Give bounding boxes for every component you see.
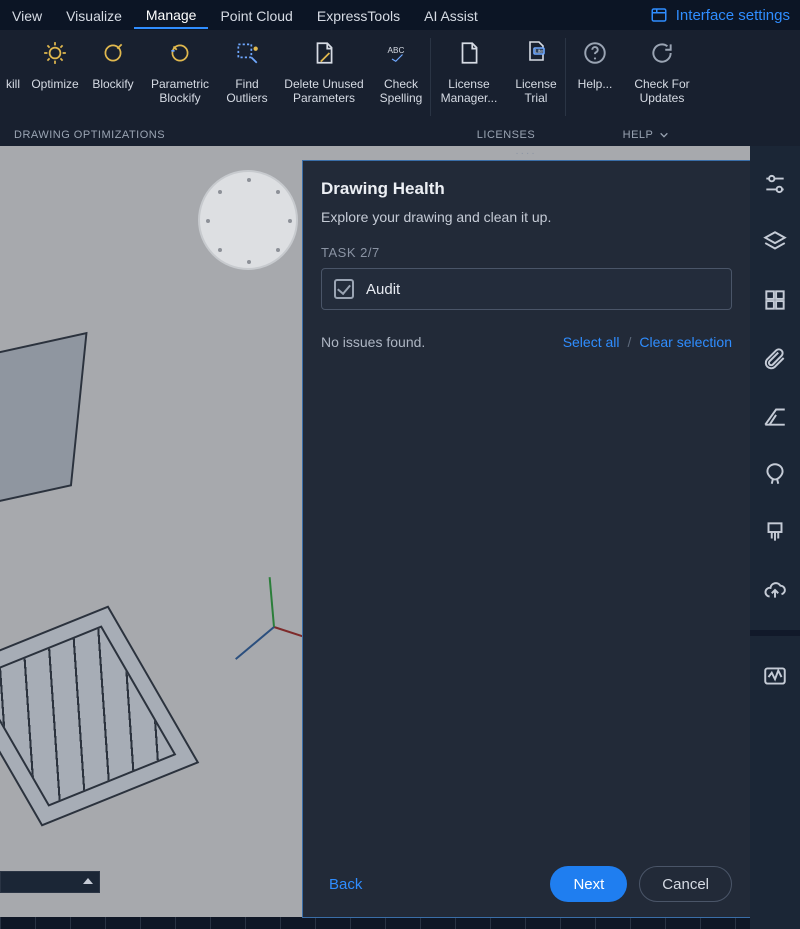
interface-settings-icon — [650, 6, 668, 24]
bottom-ruler — [0, 917, 750, 929]
tab-view[interactable]: View — [0, 2, 54, 28]
chevron-down-icon — [659, 130, 669, 140]
svg-text:Lite: Lite — [535, 49, 543, 55]
interface-settings-label: Interface settings — [676, 7, 790, 24]
ribbon: kill Optimize Blockify Parametric Blocki… — [0, 30, 800, 146]
drawing-health-panel: Drawing Health Explore your drawing and … — [302, 160, 750, 918]
tab-manage[interactable]: Manage — [134, 1, 209, 29]
help-icon — [580, 38, 610, 68]
tab-visualize[interactable]: Visualize — [54, 2, 134, 28]
crop-icon[interactable] — [761, 402, 789, 430]
license-trial-icon: Lite — [521, 38, 551, 68]
task-progress-label: TASK 2/7 — [321, 245, 732, 260]
check-updates-icon — [647, 38, 677, 68]
chevron-up-icon — [83, 878, 93, 884]
ribbon-panel-labels: DRAWING OPTIMIZATIONS LICENSES HELP — [0, 124, 800, 146]
brush-icon[interactable] — [761, 518, 789, 546]
tab-expresstools[interactable]: ExpressTools — [305, 2, 412, 28]
find-outliers-icon — [232, 38, 262, 68]
ribbon-find-outliers[interactable]: Find Outliers — [218, 34, 276, 110]
ribbon-license-manager[interactable]: License Manager... — [431, 34, 507, 110]
back-button[interactable]: Back — [321, 870, 370, 899]
ribbon-check-spelling[interactable]: ABC Check Spelling — [372, 34, 430, 110]
balloon-icon[interactable] — [761, 460, 789, 488]
activity-icon[interactable] — [761, 662, 789, 690]
model-geometry — [0, 332, 88, 510]
ribbon-check-updates[interactable]: Check For Updates — [624, 34, 700, 110]
task-name: Audit — [366, 281, 400, 298]
svg-text:ABC: ABC — [388, 46, 405, 55]
ribbon-optimize[interactable]: Optimize — [26, 34, 84, 110]
panel-label-licenses: LICENSES — [436, 129, 576, 141]
grid-icon[interactable] — [761, 286, 789, 314]
panel-title: Drawing Health — [321, 179, 732, 199]
license-manager-icon — [454, 38, 484, 68]
tab-pointcloud[interactable]: Point Cloud — [208, 2, 304, 28]
ribbon-delete-unused-parameters[interactable]: Delete Unused Parameters — [276, 34, 372, 110]
cancel-button[interactable]: Cancel — [639, 866, 732, 902]
ribbon-parametric-blockify[interactable]: Parametric Blockify — [142, 34, 218, 110]
no-issues-message: No issues found. — [321, 334, 425, 350]
cloud-upload-icon[interactable] — [761, 576, 789, 604]
parametric-blockify-icon — [165, 38, 195, 68]
check-spelling-icon: ABC — [386, 38, 416, 68]
panel-label-drawing-optimizations: DRAWING OPTIMIZATIONS — [0, 129, 436, 141]
tab-aiassist[interactable]: AI Assist — [412, 2, 490, 28]
panel-footer: Back Next Cancel — [303, 851, 750, 917]
ribbon-license-trial[interactable]: Lite License Trial — [507, 34, 565, 110]
interface-settings-button[interactable]: Interface settings — [650, 6, 800, 24]
task-card-audit[interactable]: Audit — [321, 268, 732, 310]
layers-icon[interactable] — [761, 228, 789, 256]
panel-label-help[interactable]: HELP — [576, 129, 716, 141]
menubar: View Visualize Manage Point Cloud Expres… — [0, 0, 800, 30]
next-button[interactable]: Next — [550, 866, 627, 902]
blockify-icon — [98, 38, 128, 68]
ribbon-blockify[interactable]: Blockify — [84, 34, 142, 110]
view-compass[interactable] — [198, 170, 298, 270]
main-area: ···· Drawing Health Explore your drawing… — [0, 146, 800, 929]
optimize-icon — [40, 38, 70, 68]
separator: / — [628, 334, 632, 350]
select-all-link[interactable]: Select all — [563, 334, 620, 350]
panel-subtitle: Explore your drawing and clean it up. — [321, 209, 732, 225]
clear-selection-link[interactable]: Clear selection — [639, 334, 732, 350]
ribbon-help[interactable]: Help... — [566, 34, 624, 110]
layer-selector[interactable] — [0, 871, 100, 893]
model-geometry — [0, 605, 199, 826]
ribbon-kill[interactable]: kill — [0, 34, 26, 110]
delete-parameters-icon — [309, 38, 339, 68]
panel-drag-handle[interactable]: ···· — [302, 146, 750, 160]
settings-sliders-icon[interactable] — [761, 170, 789, 198]
attachment-icon[interactable] — [761, 344, 789, 372]
rail-divider — [750, 630, 800, 636]
task-check-icon — [334, 279, 354, 299]
right-tool-rail — [750, 146, 800, 929]
kill-icon — [0, 38, 28, 68]
